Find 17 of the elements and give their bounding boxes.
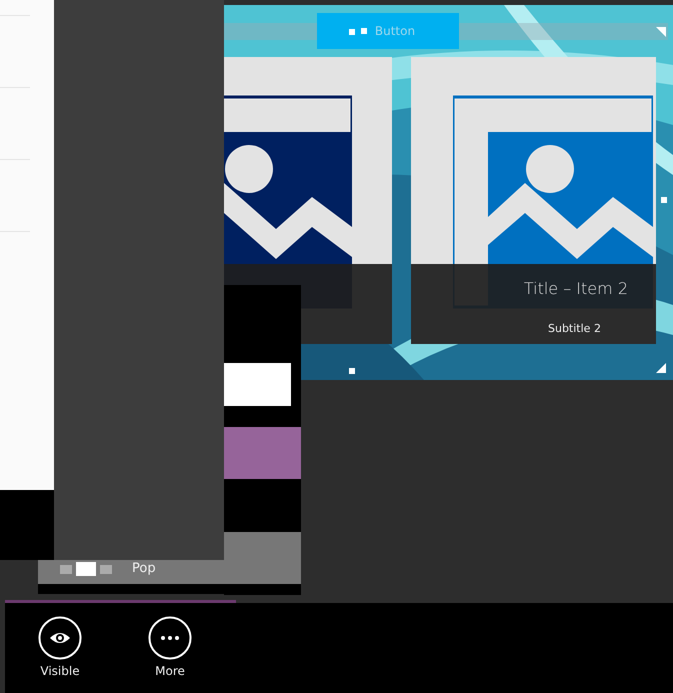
tile[interactable]: Title – Item 2 Subtitle 2 [411,57,656,344]
app-bar-button[interactable]: Visible [25,616,95,678]
corner-handle[interactable] [656,27,666,37]
corner-handle[interactable] [656,363,666,373]
tile[interactable] [224,57,392,344]
app-bar-button[interactable]: More [135,616,205,678]
eye-icon [38,616,82,660]
pop-label: Pop [132,561,156,576]
tile-subtitle: Subtitle 2 [548,322,601,335]
text-field[interactable] [224,363,291,406]
panel-footer [0,490,54,560]
tile-title: Title – Item 2 [524,279,628,298]
resize-handle[interactable] [349,29,355,35]
resize-handle[interactable] [661,197,667,203]
slider-icon [60,562,112,576]
more-icon [148,616,192,660]
resize-handle[interactable] [349,368,355,374]
